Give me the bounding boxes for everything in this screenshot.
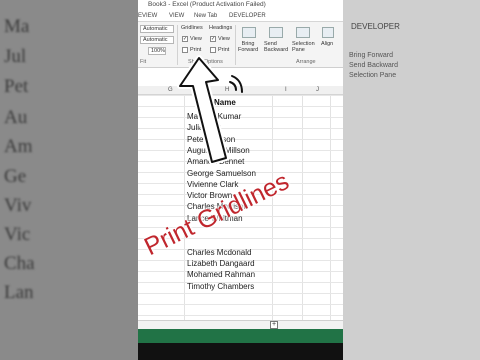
background-label: Bring Forward bbox=[349, 52, 393, 59]
grid-row-line bbox=[138, 293, 343, 294]
name-cell[interactable]: Mahesh Kumar bbox=[187, 112, 241, 121]
grid-row-line bbox=[138, 183, 343, 184]
tab-new-tab[interactable]: New Tab bbox=[194, 13, 217, 19]
video-bottom-bar bbox=[138, 343, 343, 360]
width-select[interactable]: Automatic bbox=[140, 25, 174, 33]
column-header-i[interactable]: I bbox=[285, 87, 287, 93]
grid-row-line bbox=[138, 139, 343, 140]
tab-view[interactable]: VIEW bbox=[169, 13, 184, 19]
name-cell[interactable]: Lizabeth Dangaard bbox=[187, 259, 255, 268]
background-text: Viv bbox=[4, 195, 32, 216]
grid-row-line bbox=[138, 304, 343, 305]
ribbon-separator bbox=[235, 25, 236, 65]
arrange-group-label: Arrange bbox=[296, 59, 316, 65]
height-select[interactable]: Automatic bbox=[140, 36, 174, 44]
background-tab: DEVELOPER bbox=[351, 22, 400, 31]
selection-pane-icon[interactable] bbox=[296, 27, 310, 38]
tab-developer[interactable]: DEVELOPER bbox=[229, 13, 266, 19]
name-cell[interactable]: Peter Watson bbox=[187, 135, 235, 144]
name-cell[interactable]: Vivienne Clark bbox=[187, 180, 238, 189]
excel-window: Book3 - Excel (Product Activation Failed… bbox=[138, 0, 343, 360]
headings-view-label: View bbox=[218, 36, 230, 42]
send-backward-button[interactable]: Send Backward bbox=[264, 41, 288, 53]
background-text: Au bbox=[4, 107, 28, 128]
background-label: Selection Pane bbox=[349, 72, 397, 79]
background-text: Pet bbox=[4, 76, 29, 97]
background-text: Ge bbox=[4, 166, 27, 187]
headings-print-checkbox[interactable] bbox=[210, 47, 216, 53]
column-header-h[interactable]: H bbox=[225, 87, 229, 93]
blurred-background-right: DEVELOPER Bring Forward Send Backward Se… bbox=[343, 0, 480, 360]
background-label: Send Backward bbox=[349, 62, 399, 69]
ribbon-tabs: EVIEW VIEW New Tab DEVELOPER bbox=[138, 12, 343, 22]
selection-pane-button[interactable]: Selection Pane bbox=[292, 41, 315, 53]
sheet-tab-bar: + bbox=[138, 320, 343, 329]
background-text: Jul bbox=[4, 46, 27, 67]
name-cell[interactable]: Timothy Chambers bbox=[187, 282, 254, 291]
name-cell[interactable]: Charles Mcdonald bbox=[187, 248, 251, 257]
name-cell[interactable]: Augustine Millson bbox=[187, 146, 250, 155]
background-text: Lan bbox=[4, 282, 34, 303]
align-icon[interactable] bbox=[322, 27, 334, 38]
bring-forward-icon[interactable] bbox=[242, 27, 256, 38]
send-backward-icon[interactable] bbox=[269, 27, 283, 38]
window-title: Book3 - Excel (Product Activation Failed… bbox=[148, 1, 266, 8]
gridlines-print-checkbox[interactable] bbox=[182, 47, 188, 53]
blurred-background-left: Ma Jul Pet Au Am Ge Viv Vic Cha Lan bbox=[0, 0, 138, 360]
grid-row-line bbox=[138, 106, 343, 107]
ribbon-separator bbox=[177, 25, 178, 65]
add-sheet-button[interactable]: + bbox=[270, 321, 278, 329]
grid-row-line bbox=[138, 128, 343, 129]
name-column-header: Name bbox=[214, 98, 236, 107]
column-header-g[interactable]: G bbox=[168, 87, 173, 93]
tab-review[interactable]: EVIEW bbox=[138, 13, 157, 19]
gridlines-print-label: Print bbox=[190, 47, 202, 53]
headings-print-label: Print bbox=[218, 47, 230, 53]
scale-to-fit-group-label: Fit bbox=[140, 59, 147, 65]
column-header-j[interactable]: J bbox=[316, 87, 319, 93]
bring-forward-button[interactable]: Bring Forward bbox=[238, 41, 258, 53]
background-text: Ma bbox=[4, 16, 30, 37]
title-bar: Book3 - Excel (Product Activation Failed… bbox=[138, 0, 343, 12]
headings-view-checkbox[interactable]: ✓ bbox=[210, 36, 216, 42]
column-header-row: G H I J bbox=[138, 86, 343, 95]
name-cell[interactable]: Julia Kerr bbox=[187, 123, 221, 132]
ribbon: Automatic Automatic 100% Fit Gridlines ✓… bbox=[138, 22, 343, 68]
align-button[interactable]: Align bbox=[321, 41, 333, 47]
name-cell[interactable]: Mohamed Rahman bbox=[187, 270, 255, 279]
background-text: Cha bbox=[4, 253, 35, 274]
status-bar bbox=[138, 329, 343, 343]
grid-row-line bbox=[138, 315, 343, 316]
gridlines-view-checkbox[interactable]: ✓ bbox=[182, 36, 188, 42]
background-text: Vic bbox=[4, 224, 31, 245]
scale-input[interactable]: 100% bbox=[148, 47, 166, 55]
name-cell[interactable]: George Samuelson bbox=[187, 169, 256, 178]
headings-label: Headings bbox=[209, 25, 233, 31]
grid-row-line bbox=[138, 95, 343, 96]
gridlines-label: Gridlines bbox=[181, 25, 203, 31]
name-cell[interactable]: Amanda Bennet bbox=[187, 157, 244, 166]
sheet-options-group-label: Sheet Options bbox=[188, 59, 223, 65]
background-text: Am bbox=[4, 136, 33, 157]
gridlines-view-label: View bbox=[190, 36, 202, 42]
